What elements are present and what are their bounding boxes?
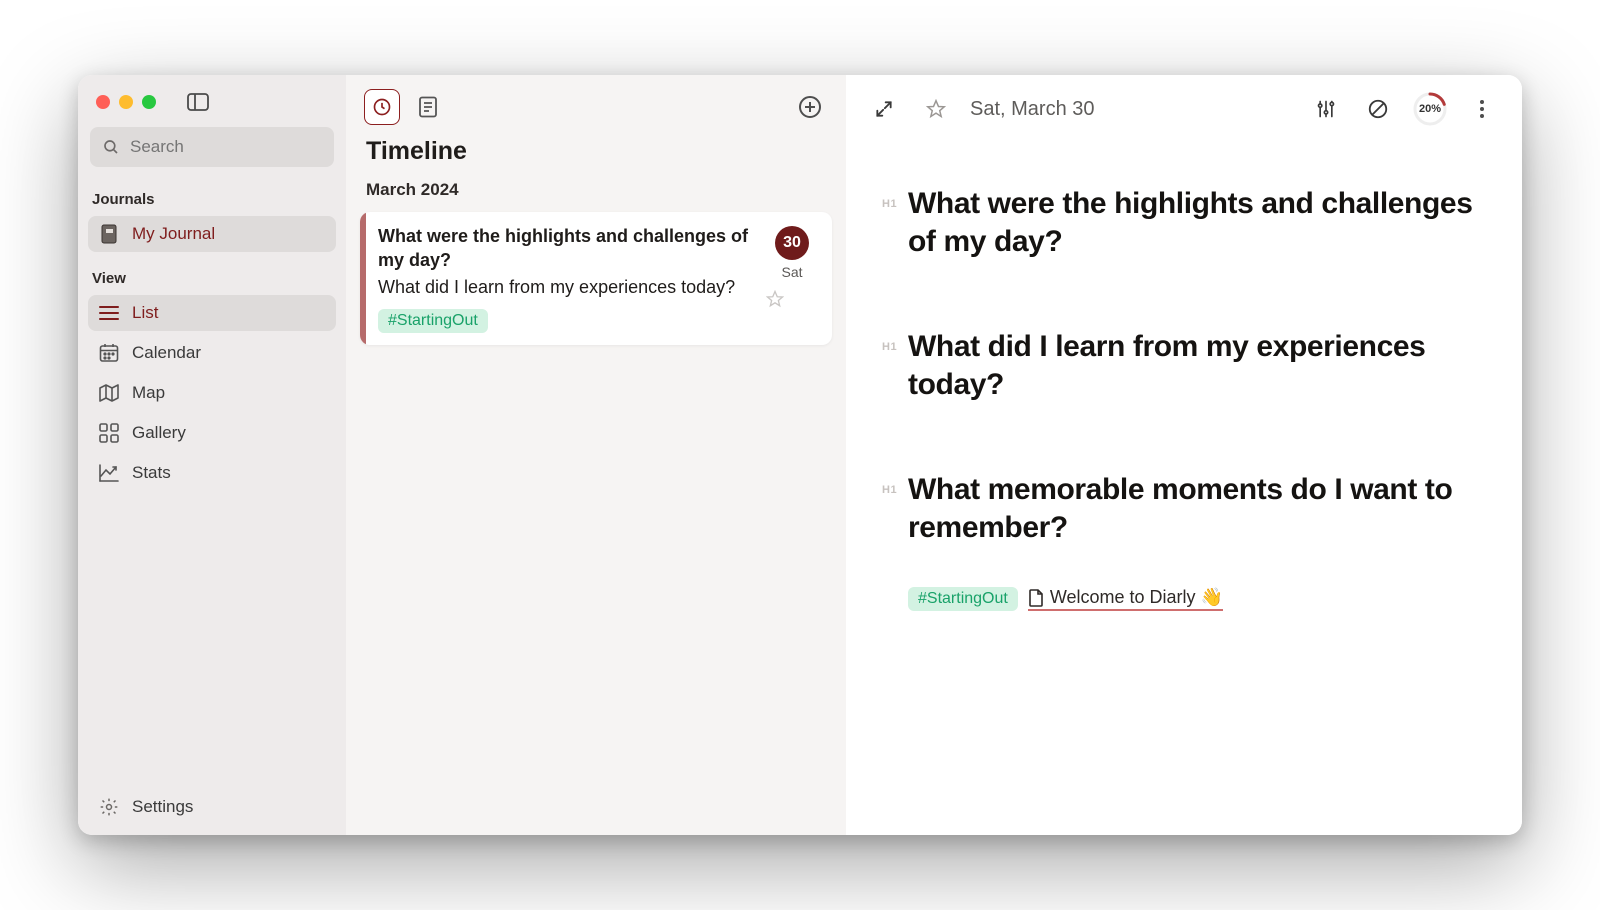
- stats-icon: [98, 464, 120, 482]
- prompt-heading-2: H1 What did I learn from my experiences …: [882, 328, 1492, 405]
- sidebar-item-calendar[interactable]: Calendar: [88, 335, 336, 371]
- fullscreen-window-button[interactable]: [142, 95, 156, 109]
- sidebar-item-label: Map: [132, 383, 165, 403]
- window-controls: [78, 75, 346, 117]
- entry-meta: 30 Sat: [766, 224, 818, 333]
- search-field[interactable]: [130, 137, 322, 157]
- entry-day-abbr: Sat: [766, 264, 818, 280]
- timeline-toolbar: [346, 75, 846, 129]
- gear-icon: [98, 797, 120, 817]
- progress-percent-label: 20%: [1412, 91, 1448, 127]
- sidebar-item-label: List: [132, 303, 158, 323]
- favorite-button[interactable]: [918, 91, 954, 127]
- customize-button[interactable]: [1308, 91, 1344, 127]
- sidebar: Journals My Journal View List Calendar M…: [78, 75, 346, 835]
- sidebar-item-label: Calendar: [132, 343, 201, 363]
- add-entry-button[interactable]: [792, 89, 828, 125]
- prompt-heading-1: H1 What were the highlights and challeng…: [882, 185, 1492, 262]
- prompt-heading-3: H1 What memorable moments do I want to r…: [882, 471, 1492, 548]
- entry-date-badge: 30: [775, 226, 809, 260]
- search-icon: [102, 138, 120, 156]
- editor-content[interactable]: H1 What were the highlights and challeng…: [846, 131, 1522, 611]
- journals-section-label: Journals: [78, 175, 346, 214]
- welcome-link[interactable]: Welcome to Diarly 👋: [1028, 587, 1223, 611]
- timeline-entry[interactable]: What were the highlights and challenges …: [360, 212, 832, 345]
- sidebar-item-map[interactable]: Map: [88, 375, 336, 411]
- toggle-sidebar-icon[interactable]: [187, 93, 209, 111]
- view-section-label: View: [78, 254, 346, 293]
- map-icon: [98, 384, 120, 402]
- timeline-view-button[interactable]: [364, 89, 400, 125]
- sidebar-item-label: Settings: [132, 797, 193, 817]
- calendar-icon: [98, 343, 120, 363]
- heading-marker-icon: H1: [882, 197, 900, 211]
- sidebar-item-list[interactable]: List: [88, 295, 336, 331]
- heading-marker-icon: H1: [882, 483, 900, 497]
- entry-subtitle: What did I learn from my experiences tod…: [378, 275, 766, 299]
- progress-indicator[interactable]: 20%: [1412, 91, 1448, 127]
- sidebar-item-my-journal[interactable]: My Journal: [88, 216, 336, 252]
- document-icon: [1028, 589, 1044, 607]
- minimize-window-button[interactable]: [119, 95, 133, 109]
- expand-button[interactable]: [866, 91, 902, 127]
- editor-panel: Sat, March 30 20% H1 What were the highl…: [846, 75, 1522, 835]
- entry-title: What were the highlights and challenges …: [378, 224, 766, 273]
- close-window-button[interactable]: [96, 95, 110, 109]
- entry-tag[interactable]: #StartingOut: [378, 309, 488, 333]
- search-input[interactable]: [90, 127, 334, 167]
- editor-toolbar: Sat, March 30 20%: [846, 75, 1522, 131]
- more-menu-button[interactable]: [1464, 91, 1500, 127]
- notes-view-button[interactable]: [410, 89, 446, 125]
- timeline-month-label: March 2024: [346, 170, 846, 208]
- sidebar-item-label: My Journal: [132, 224, 215, 244]
- journal-icon: [98, 224, 120, 244]
- heading-marker-icon: H1: [882, 340, 900, 354]
- list-icon: [98, 305, 120, 321]
- app-window: Journals My Journal View List Calendar M…: [78, 75, 1522, 835]
- editor-tag-row: #StartingOut Welcome to Diarly 👋: [908, 587, 1492, 611]
- sidebar-item-label: Gallery: [132, 423, 186, 443]
- editor-date-label[interactable]: Sat, March 30: [970, 98, 1095, 121]
- gallery-icon: [98, 423, 120, 443]
- favorite-star-icon[interactable]: [766, 290, 818, 308]
- editor-tag[interactable]: #StartingOut: [908, 587, 1018, 611]
- sidebar-item-stats[interactable]: Stats: [88, 455, 336, 491]
- timeline-panel: Timeline March 2024 What were the highli…: [346, 75, 846, 835]
- welcome-link-label: Welcome to Diarly 👋: [1050, 587, 1223, 608]
- disable-button[interactable]: [1360, 91, 1396, 127]
- timeline-heading: Timeline: [346, 129, 846, 170]
- sidebar-item-settings[interactable]: Settings: [88, 789, 336, 825]
- sidebar-item-label: Stats: [132, 463, 171, 483]
- sidebar-item-gallery[interactable]: Gallery: [88, 415, 336, 451]
